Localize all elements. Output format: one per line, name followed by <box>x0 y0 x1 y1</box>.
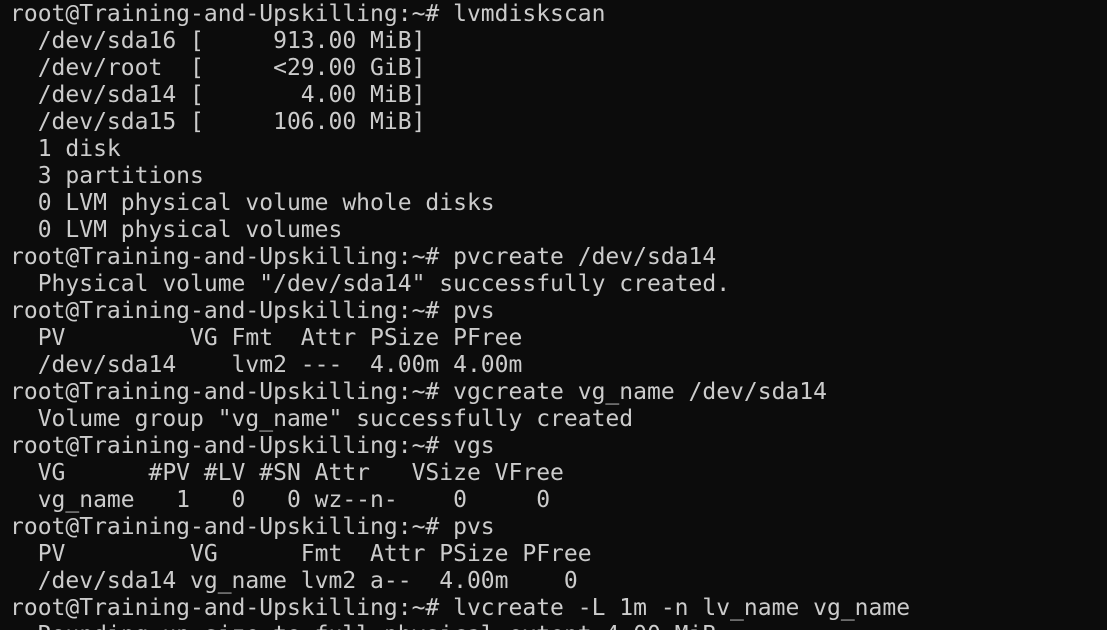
terminal-line: 3 partitions <box>10 163 204 189</box>
terminal-line: /dev/sda15 [ 106.00 MiB] <box>10 109 426 135</box>
terminal-line: Volume group "vg_name" successfully crea… <box>10 406 634 432</box>
terminal-line: root@Training-and-Upskilling:~# vgcreate… <box>10 379 827 405</box>
terminal-line: /dev/sda14 vg_name lvm2 a-- 4.00m 0 <box>10 568 578 594</box>
terminal-line: PV VG Fmt Attr PSize PFree <box>10 541 592 567</box>
terminal-line: /dev/sda14 lvm2 --- 4.00m 4.00m <box>10 352 523 378</box>
terminal-line: /dev/sda16 [ 913.00 MiB] <box>10 28 426 54</box>
terminal-line: root@Training-and-Upskilling:~# lvmdisks… <box>10 1 606 27</box>
terminal-line: /dev/sda14 [ 4.00 MiB] <box>10 82 426 108</box>
terminal-line: 0 LVM physical volumes <box>10 217 343 243</box>
terminal-line: vg_name 1 0 0 wz--n- 0 0 <box>10 487 551 513</box>
terminal-line: /dev/root [ <29.00 GiB] <box>10 55 426 81</box>
terminal-line: root@Training-and-Upskilling:~# lvcreate… <box>10 595 911 621</box>
terminal-line: root@Training-and-Upskilling:~# pvs <box>10 298 495 324</box>
terminal-line: PV VG Fmt Attr PSize PFree <box>10 325 523 351</box>
terminal-line: root@Training-and-Upskilling:~# pvs <box>10 514 495 540</box>
terminal-window[interactable]: root@Training-and-Upskilling:~# lvmdisks… <box>0 0 1107 630</box>
terminal-line: Rounding up size to full physical extent… <box>10 622 1107 630</box>
terminal-line: root@Training-and-Upskilling:~# pvcreate… <box>10 244 717 270</box>
terminal-line: 1 disk <box>10 136 121 162</box>
terminal-line: root@Training-and-Upskilling:~# vgs <box>10 433 495 459</box>
terminal-line: VG #PV #LV #SN Attr VSize VFree <box>10 460 564 486</box>
terminal-line: Physical volume "/dev/sda14" successfull… <box>10 271 731 297</box>
terminal-line: 0 LVM physical volume whole disks <box>10 190 495 216</box>
